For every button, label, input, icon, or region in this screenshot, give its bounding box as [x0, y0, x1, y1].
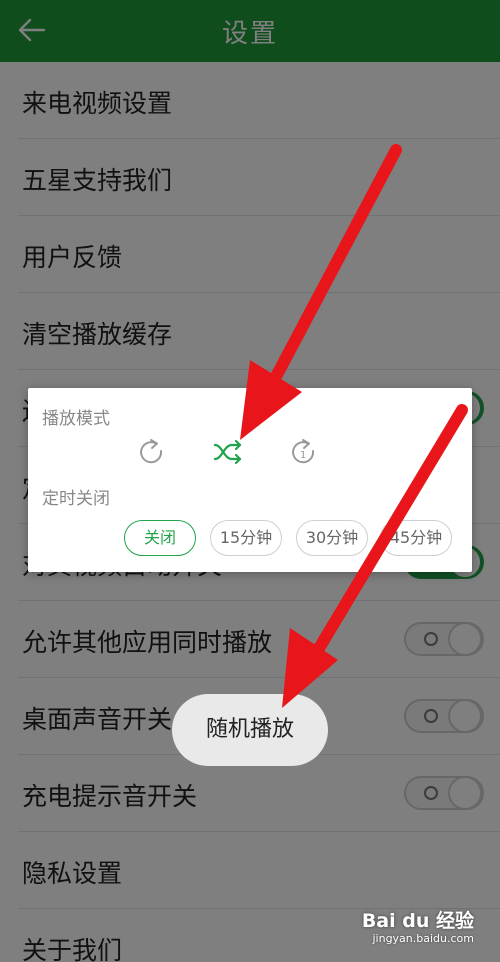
play-mode-dialog: 播放模式 1 定时关闭 关闭 15分钟 30分钟 45分钟 [28, 388, 472, 572]
play-mode-options: 1 [28, 434, 472, 474]
timer-options: 关闭 15分钟 30分钟 45分钟 [124, 520, 464, 556]
watermark-url: jingyan.baidu.com [372, 932, 474, 945]
timer-45min-button[interactable]: 45分钟 [380, 520, 452, 556]
repeat-mode-button[interactable] [134, 434, 170, 470]
shuffle-mode-button[interactable] [210, 434, 246, 470]
timer-30min-button[interactable]: 30分钟 [296, 520, 368, 556]
repeat-one-icon: 1 [292, 439, 315, 464]
shuffle-icon [213, 439, 242, 465]
watermark-logo: Bai du 经验 jingyan.baidu.com [362, 906, 474, 950]
repeat-one-badge: 1 [300, 450, 306, 461]
repeat-one-mode-button[interactable]: 1 [286, 434, 322, 470]
watermark-brand: Bai du 经验 [361, 910, 474, 932]
timer-label: 定时关闭 [42, 489, 110, 509]
repeat-icon [140, 439, 163, 464]
settings-screen: 设置 来电视频设置 五星支持我们 用户反馈 清空播放缓存 边 定 对其视频白动开… [0, 0, 500, 962]
timer-off-button[interactable]: 关闭 [124, 520, 196, 556]
play-mode-label: 播放模式 [42, 409, 110, 429]
timer-15min-button[interactable]: 15分钟 [210, 520, 282, 556]
toast-message: 随机播放 [172, 694, 328, 766]
